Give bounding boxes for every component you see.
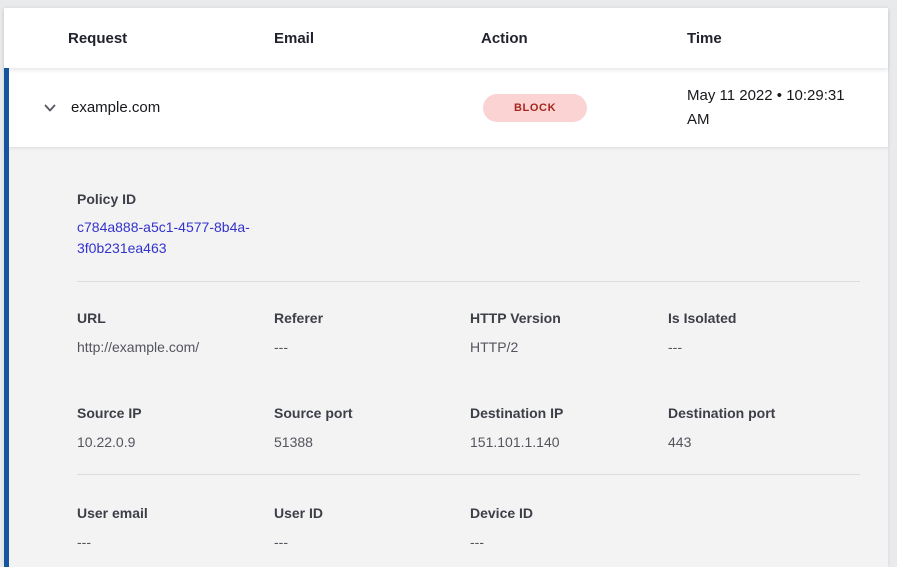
field-label: User email [77,503,274,523]
column-header-request: Request [68,30,274,47]
chevron-down-icon[interactable] [42,100,58,116]
field-device-id: Device ID --- [470,503,668,552]
table-header: Request Email Action Time [4,8,888,68]
detail-row-network: Source IP 10.22.0.9 Source port 51388 De… [77,357,860,452]
field-value: --- [668,337,860,357]
field-value: 51388 [274,432,470,452]
request-cell: example.com [42,99,274,116]
field-value: 151.101.1.140 [470,432,668,452]
field-value: 443 [668,432,860,452]
column-header-email: Email [274,30,481,47]
status-badge: BLOCK [483,94,587,122]
field-value: 10.22.0.9 [77,432,274,452]
field-label: Referer [274,308,470,328]
field-label: Source port [274,403,470,423]
table-row[interactable]: example.com BLOCK May 11 2022 • 10:29:31… [4,68,888,148]
field-label: Is Isolated [668,308,860,328]
field-value: --- [77,532,274,552]
selected-row-accent-bar [4,68,9,567]
field-destination-ip: Destination IP 151.101.1.140 [470,403,668,452]
field-empty [668,503,860,552]
field-is-isolated: Is Isolated --- [668,308,860,357]
field-value: --- [274,337,470,357]
field-destination-port: Destination port 443 [668,403,860,452]
field-source-port: Source port 51388 [274,403,470,452]
field-label: Source IP [77,403,274,423]
field-label: HTTP Version [470,308,668,328]
field-label: Destination IP [470,403,668,423]
field-label: URL [77,308,274,328]
field-value: --- [274,532,470,552]
field-referer: Referer --- [274,308,470,357]
expanded-details-panel: Policy ID c784a888-a5c1-4577-8b4a-3f0b23… [4,148,888,567]
policy-block: Policy ID c784a888-a5c1-4577-8b4a-3f0b23… [77,189,860,259]
field-user-id: User ID --- [274,503,470,552]
field-http-version: HTTP Version HTTP/2 [470,308,668,357]
detail-row-user: User email --- User ID --- Device ID --- [77,475,860,552]
action-cell: BLOCK [481,94,687,122]
policy-id-link[interactable]: c784a888-a5c1-4577-8b4a-3f0b231ea463 [77,217,277,259]
field-value: HTTP/2 [470,337,668,357]
detail-row-http: URL http://example.com/ Referer --- HTTP… [77,282,860,357]
field-label: User ID [274,503,470,523]
column-header-time: Time [687,30,888,47]
field-value: --- [470,532,668,552]
field-label: Device ID [470,503,668,523]
field-value: http://example.com/ [77,337,274,357]
request-domain: example.com [71,99,160,116]
field-user-email: User email --- [77,503,274,552]
field-url: URL http://example.com/ [77,308,274,357]
column-header-action: Action [481,30,687,47]
time-cell: May 11 2022 • 10:29:31 AM [687,84,852,132]
policy-id-label: Policy ID [77,189,860,209]
log-detail-card: Request Email Action Time example.com BL… [4,8,888,567]
field-source-ip: Source IP 10.22.0.9 [77,403,274,452]
field-label: Destination port [668,403,860,423]
